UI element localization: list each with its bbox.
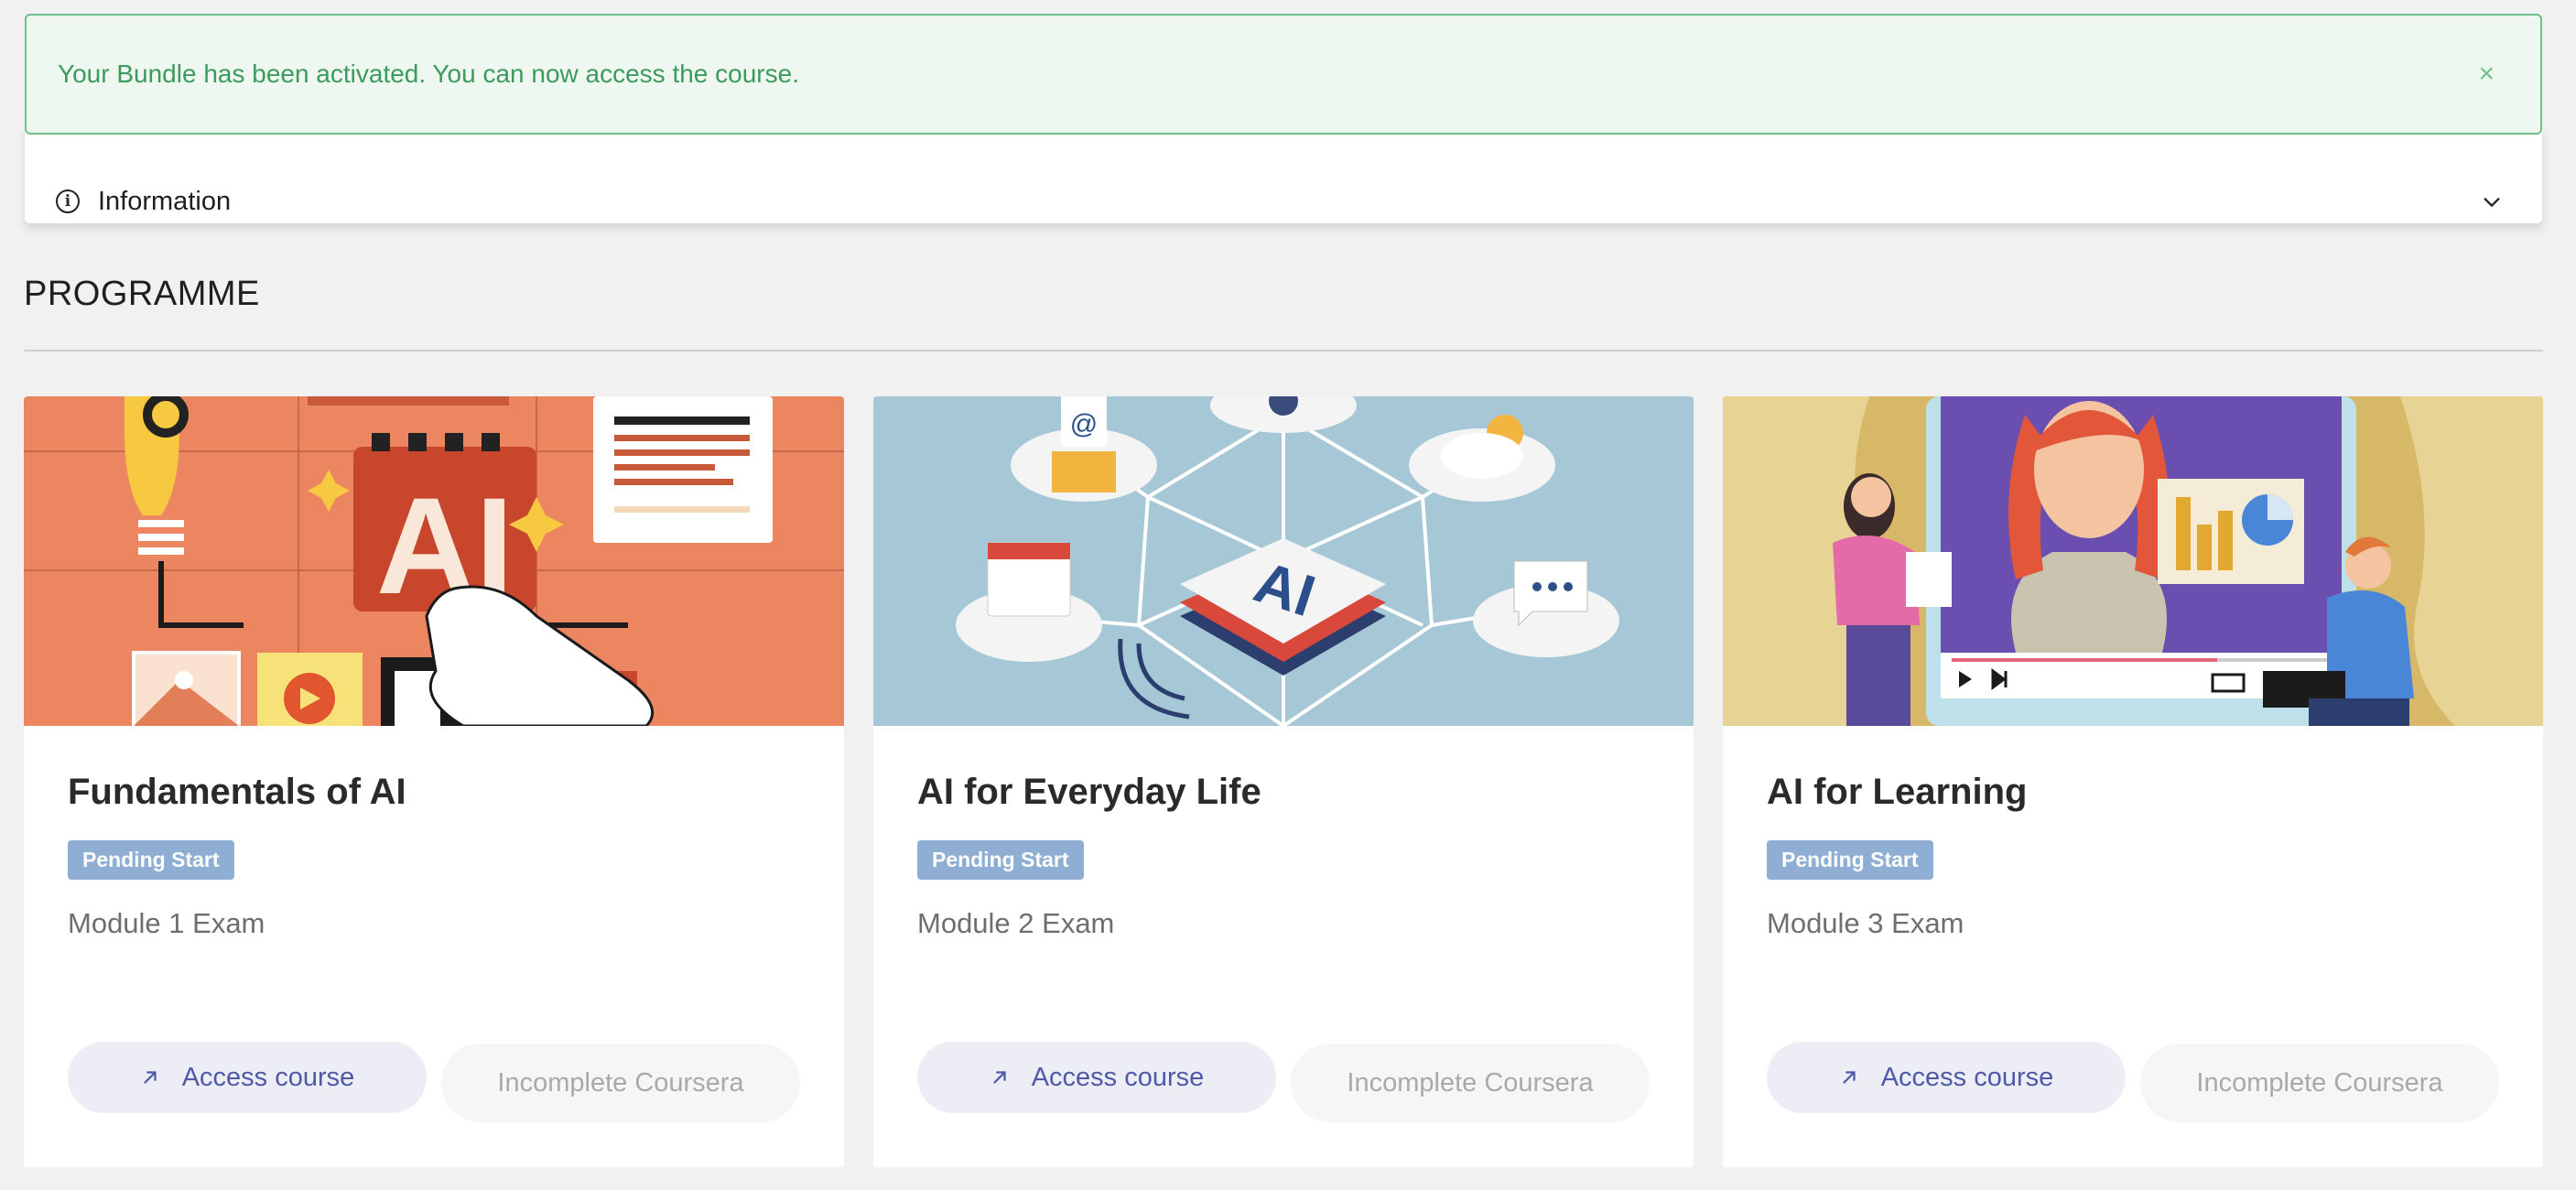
incomplete-coursera-button: Incomplete Coursera [1291, 1044, 1650, 1122]
access-course-label: Access course [181, 1062, 355, 1092]
access-course-button[interactable]: Access course [917, 1042, 1276, 1113]
incomplete-coursera-button: Incomplete Coursera [441, 1044, 800, 1122]
course-image-learning [1723, 396, 2543, 726]
access-course-button[interactable]: Access course [1767, 1042, 2126, 1113]
course-image-everyday: @ AI [873, 396, 1694, 726]
close-icon[interactable]: × [2478, 60, 2495, 88]
svg-text:@: @ [1070, 409, 1098, 439]
status-badge: Pending Start [68, 840, 234, 880]
section-divider [24, 350, 2543, 352]
course-title: Fundamentals of AI [68, 772, 406, 812]
module-label: Module 1 Exam [68, 907, 265, 939]
information-label: Information [98, 186, 232, 216]
course-card: AI Fundamentals of AI Pending Start Modu… [24, 396, 844, 1167]
arrow-up-right-icon [1843, 1071, 1856, 1084]
information-accordion[interactable]: i Information [25, 128, 2542, 223]
access-course-button[interactable]: Access course [68, 1042, 427, 1113]
section-title: PROGRAMME [24, 275, 260, 313]
module-label: Module 2 Exam [917, 907, 1115, 939]
chevron-down-icon[interactable] [2482, 192, 2502, 212]
course-card: AI for Learning Pending Start Module 3 E… [1723, 396, 2543, 1167]
info-icon: i [56, 189, 80, 213]
arrow-up-right-icon [144, 1071, 157, 1084]
course-cards: AI Fundamentals of AI Pending Start Modu… [24, 396, 2543, 1167]
alert-message: Your Bundle has been activated. You can … [58, 60, 799, 88]
access-course-label: Access course [1031, 1062, 1205, 1092]
access-course-label: Access course [1880, 1062, 2054, 1092]
status-badge: Pending Start [917, 840, 1084, 880]
status-badge: Pending Start [1767, 840, 1933, 880]
module-label: Module 3 Exam [1767, 907, 1964, 939]
arrow-up-right-icon [993, 1071, 1006, 1084]
course-title: AI for Learning [1767, 772, 2028, 812]
incomplete-coursera-button: Incomplete Coursera [2140, 1044, 2499, 1122]
success-alert: Your Bundle has been activated. You can … [25, 14, 2542, 135]
course-title: AI for Everyday Life [917, 772, 1261, 812]
course-image-fundamentals: AI [24, 396, 844, 726]
course-card: @ AI AI for Everyday Life Pending Start … [873, 396, 1694, 1167]
